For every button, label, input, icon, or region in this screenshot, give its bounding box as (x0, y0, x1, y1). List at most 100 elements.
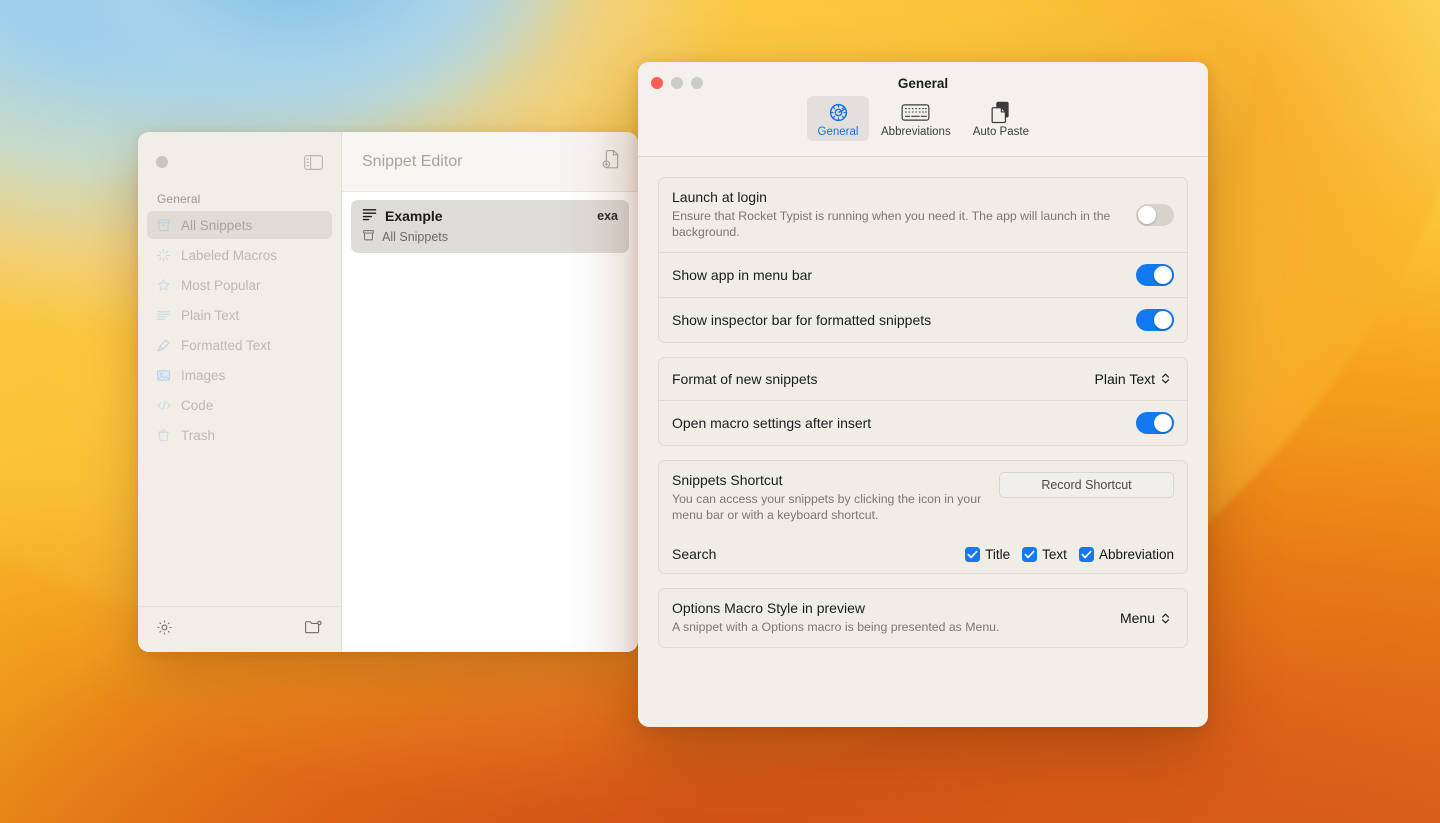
list-item-subtitle: All Snippets (362, 229, 618, 245)
sidebar-item-label: Plain Text (181, 308, 239, 323)
open-macro-settings-toggle[interactable] (1136, 412, 1174, 434)
sidebar-item-labeled-macros[interactable]: Labeled Macros (147, 241, 332, 269)
prefs-content: Launch at login Ensure that Rocket Typis… (638, 157, 1208, 648)
trash-icon (155, 427, 172, 444)
toggle-knob (1154, 414, 1172, 432)
row-open-macro-settings: Open macro settings after insert (659, 400, 1187, 445)
tab-label: Auto Paste (973, 126, 1029, 138)
toggle-knob (1154, 311, 1172, 329)
zoom-button[interactable] (691, 77, 703, 89)
snippet-sidebar-footer (138, 606, 341, 652)
snippet-editor-window[interactable]: General All Snippets Labeled Macros (138, 132, 638, 652)
search-scope-checkboxes: Title Text Abbreviation (965, 547, 1174, 562)
checkmark-icon (1079, 547, 1094, 562)
code-brackets-icon (155, 397, 172, 414)
launch-at-login-toggle[interactable] (1136, 204, 1174, 226)
sidebar-item-label: Code (181, 398, 213, 413)
new-folder-icon[interactable] (304, 619, 323, 640)
sidebar-item-trash[interactable]: Trash (147, 421, 332, 449)
row-text: Snippets Shortcut You can access your sn… (672, 472, 983, 524)
new-document-icon[interactable] (602, 149, 622, 175)
snippet-main-pane: Snippet Editor (342, 132, 638, 652)
checkbox-label: Title (985, 547, 1010, 562)
launch-settings-card: Launch at login Ensure that Rocket Typis… (658, 177, 1188, 343)
sidebar-toggle-icon[interactable] (304, 155, 323, 170)
setting-label: Format of new snippets (672, 371, 818, 387)
sidebar-item-plain-text[interactable]: Plain Text (147, 301, 332, 329)
checkbox-label: Text (1042, 547, 1067, 562)
options-macro-style-popup[interactable]: Menu (1114, 608, 1174, 628)
sidebar-item-most-popular[interactable]: Most Popular (147, 271, 332, 299)
list-item-folder: All Snippets (382, 230, 448, 244)
window-control-dot[interactable] (156, 156, 168, 168)
popup-value: Plain Text (1095, 371, 1155, 387)
star-icon (155, 277, 172, 294)
sidebar-item-code[interactable]: Code (147, 391, 332, 419)
chevron-updown-icon (1161, 372, 1170, 385)
archive-box-icon (155, 217, 172, 234)
row-search-scope: Search Title Text (659, 535, 1187, 573)
traffic-lights (651, 77, 703, 89)
tab-abbreviations[interactable]: Abbreviations (871, 96, 961, 141)
prefs-titlebar: General General (638, 62, 1208, 157)
general-preferences-window[interactable]: General General (638, 62, 1208, 727)
record-shortcut-button[interactable]: Record Shortcut (999, 472, 1174, 498)
setting-label: Open macro settings after insert (672, 415, 871, 431)
snippet-list: Example exa All Snippets (342, 192, 638, 261)
snippet-sidebar-titlebar (138, 132, 341, 192)
sidebar-item-formatted-text[interactable]: Formatted Text (147, 331, 332, 359)
section-title: Snippets Shortcut (672, 472, 983, 488)
show-app-in-menu-bar-toggle[interactable] (1136, 264, 1174, 286)
snippet-main-toolbar: Snippet Editor (342, 132, 638, 192)
checkbox-text[interactable]: Text (1022, 547, 1067, 562)
chevron-updown-icon (1161, 612, 1170, 625)
archive-box-icon (362, 229, 375, 245)
sidebar-item-all-snippets[interactable]: All Snippets (147, 211, 332, 239)
paste-icon (989, 100, 1013, 125)
page-title: Snippet Editor (362, 153, 463, 171)
list-item-header: Example exa (362, 208, 618, 224)
minimize-button[interactable] (671, 77, 683, 89)
snippet-sidebar: General All Snippets Labeled Macros (138, 132, 342, 652)
sidebar-item-label: Formatted Text (181, 338, 271, 353)
show-inspector-bar-toggle[interactable] (1136, 309, 1174, 331)
checkbox-abbreviation[interactable]: Abbreviation (1079, 547, 1174, 562)
prefs-tab-bar: General Abbreviations (638, 96, 1208, 141)
tab-label: General (818, 126, 859, 138)
checkbox-title[interactable]: Title (965, 547, 1010, 562)
sidebar-item-label: All Snippets (181, 218, 252, 233)
sidebar-item-label: Trash (181, 428, 215, 443)
list-item-title: Example (385, 208, 443, 224)
checkmark-icon (1022, 547, 1037, 562)
snippets-shortcut-card: Snippets Shortcut You can access your sn… (658, 460, 1188, 575)
gear-icon (826, 100, 851, 125)
setting-label: Show app in menu bar (672, 267, 812, 283)
tab-label: Abbreviations (881, 126, 951, 138)
search-label: Search (672, 546, 716, 562)
tab-general[interactable]: General (807, 96, 869, 141)
format-of-new-snippets-popup[interactable]: Plain Text (1089, 369, 1174, 389)
sidebar-section-label: General (138, 192, 341, 210)
checkmark-icon (965, 547, 980, 562)
setting-description: Ensure that Rocket Typist is running whe… (672, 208, 1122, 241)
sidebar-item-label: Most Popular (181, 278, 261, 293)
row-format-of-new-snippets: Format of new snippets Plain Text (659, 358, 1187, 400)
sidebar-item-label: Labeled Macros (181, 248, 277, 263)
row-text: Launch at login Ensure that Rocket Typis… (672, 189, 1122, 241)
tab-auto-paste[interactable]: Auto Paste (963, 96, 1039, 141)
setting-description: A snippet with a Options macro is being … (672, 619, 999, 635)
toggle-knob (1154, 266, 1172, 284)
row-show-inspector-bar: Show inspector bar for formatted snippet… (659, 297, 1187, 342)
close-button[interactable] (651, 77, 663, 89)
gear-icon[interactable] (156, 619, 173, 641)
list-item-title-group: Example (362, 208, 443, 224)
snippet-settings-card: Format of new snippets Plain Text Open m… (658, 357, 1188, 446)
setting-label: Options Macro Style in preview (672, 600, 999, 616)
window-title: General (638, 62, 1208, 91)
toggle-knob (1138, 206, 1156, 224)
sidebar-item-images[interactable]: Images (147, 361, 332, 389)
options-macro-style-card: Options Macro Style in preview A snippet… (658, 588, 1188, 647)
list-item[interactable]: Example exa All Snippets (351, 200, 629, 253)
sidebar-item-label: Images (181, 368, 225, 383)
checkbox-label: Abbreviation (1099, 547, 1174, 562)
